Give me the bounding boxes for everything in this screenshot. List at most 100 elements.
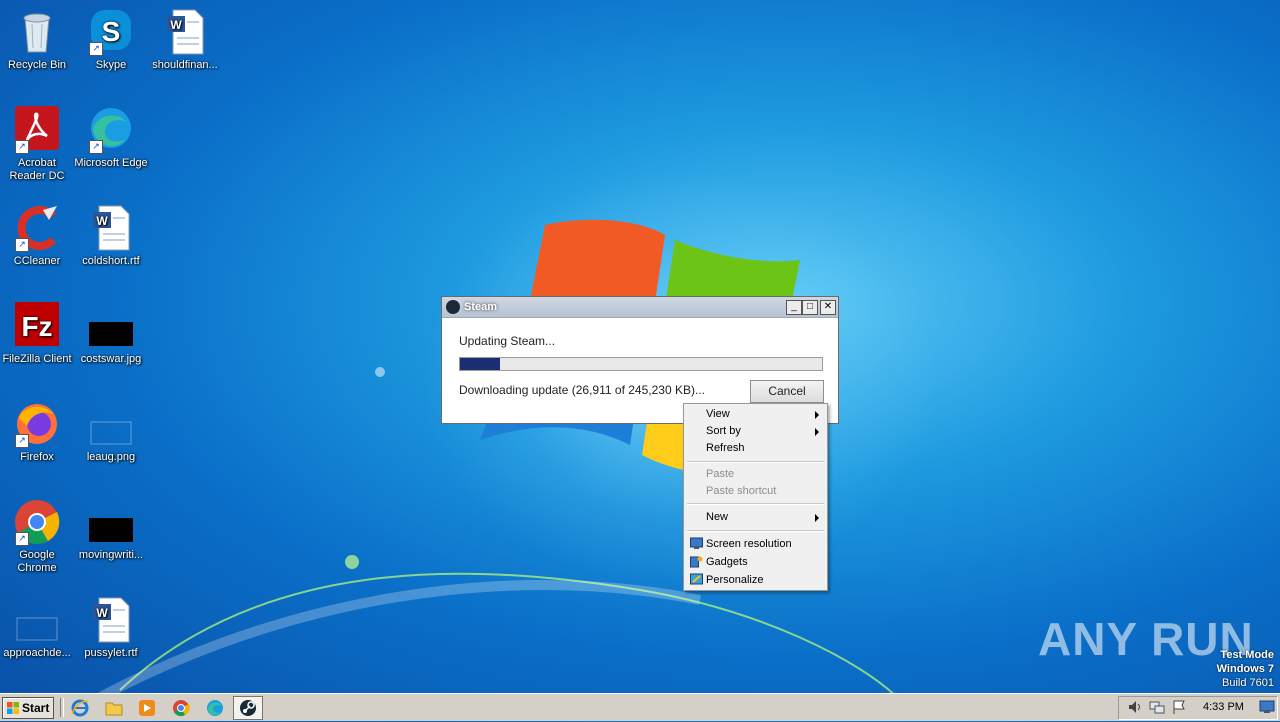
chrome-icon[interactable] xyxy=(171,698,191,718)
taskbar: Start 4:33 PM xyxy=(0,693,1280,721)
desktop-icon-label: FileZilla Client xyxy=(2,353,72,365)
shortcut-arrow-icon: ↗ xyxy=(15,140,29,154)
svg-text:W: W xyxy=(96,214,108,228)
shortcut-arrow-icon: ↗ xyxy=(15,532,29,546)
svg-text:W: W xyxy=(170,18,182,32)
menu-item-label: Personalize xyxy=(706,574,764,586)
menu-item-gadgets[interactable]: Gadgets xyxy=(686,554,825,571)
submenu-arrow-icon xyxy=(815,428,819,436)
show-desktop-icon[interactable] xyxy=(1259,700,1275,714)
submenu-arrow-icon xyxy=(815,411,819,419)
desktop-icon-label: Google Chrome xyxy=(17,549,57,574)
screen-resolution-icon xyxy=(690,537,703,549)
desktop-icon-acrobat[interactable]: ↗ Acrobat Reader DC xyxy=(0,106,74,183)
menu-item-refresh[interactable]: Refresh xyxy=(686,440,825,457)
action-center-flag-icon[interactable] xyxy=(1171,699,1187,715)
desktop-icon-label: CCleaner xyxy=(13,255,61,267)
dialog-title: Steam xyxy=(464,301,498,313)
build-label: Build 7601 xyxy=(1222,677,1274,689)
desktop-icon-shouldfinan[interactable]: W shouldfinan... xyxy=(148,8,222,72)
download-progress-bar xyxy=(459,357,823,371)
windows-start-icon xyxy=(7,702,19,714)
desktop-icon-coldshort[interactable]: W coldshort.rtf xyxy=(74,204,148,268)
volume-icon[interactable] xyxy=(1127,699,1143,715)
update-status-text: Updating Steam... xyxy=(459,334,556,348)
menu-item-label: Paste xyxy=(706,468,735,480)
ccleaner-icon: ↗ xyxy=(13,204,61,252)
desktop-icon-label: Recycle Bin xyxy=(7,59,67,71)
clock[interactable]: 4:33 PM xyxy=(1203,701,1244,713)
dialog-titlebar[interactable]: Steam _ □ ✕ xyxy=(442,297,838,318)
shortcut-arrow-icon: ↗ xyxy=(15,434,29,448)
menu-item-sort-by[interactable]: Sort by xyxy=(686,423,825,440)
menu-item-label: Sort by xyxy=(706,425,741,437)
cancel-button[interactable]: Cancel xyxy=(750,380,824,403)
desktop-icon-firefox[interactable]: ↗ Firefox xyxy=(0,400,74,464)
image-file-icon xyxy=(87,302,135,350)
desktop-icon-edge[interactable]: ↗ Microsoft Edge xyxy=(74,106,148,170)
menu-item-paste[interactable]: Paste xyxy=(686,466,825,483)
start-label: Start xyxy=(22,701,50,715)
personalize-icon xyxy=(690,573,703,585)
download-progress-text: Downloading update (26,911 of 245,230 KB… xyxy=(459,383,705,397)
desktop-icon-pussylet[interactable]: W pussylet.rtf xyxy=(74,596,148,660)
desktop-icon-skype[interactable]: S ↗ Skype xyxy=(74,8,148,72)
menu-item-screen-resolution[interactable]: Screen resolution xyxy=(686,536,825,553)
desktop-icon-label: movingwriti... xyxy=(78,549,144,561)
desktop-icon-label: coldshort.rtf xyxy=(82,255,140,267)
close-button[interactable]: ✕ xyxy=(820,300,836,315)
skype-icon: S ↗ xyxy=(87,8,135,56)
progress-fill xyxy=(460,358,500,370)
menu-item-view[interactable]: View xyxy=(686,406,825,423)
system-tray: 4:33 PM xyxy=(1118,696,1278,720)
desktop-icon-movingwriti[interactable]: movingwriti... xyxy=(74,498,148,562)
desktop-icon-costswar[interactable]: costswar.jpg xyxy=(74,302,148,366)
minimize-button[interactable]: _ xyxy=(786,300,802,315)
menu-item-label: Paste shortcut xyxy=(706,485,777,497)
start-button[interactable]: Start xyxy=(2,697,54,719)
edge-icon[interactable] xyxy=(205,698,225,718)
steam-icon xyxy=(446,300,460,314)
shortcut-arrow-icon: ↗ xyxy=(89,140,103,154)
desktop-icon-label: Microsoft Edge xyxy=(74,157,148,169)
desktop-icon-filezilla[interactable]: Fz FileZilla Client xyxy=(0,302,74,366)
taskbar-divider xyxy=(60,698,64,717)
media-player-icon[interactable] xyxy=(137,698,157,718)
file-explorer-icon[interactable] xyxy=(104,698,124,718)
file-icon xyxy=(13,596,61,644)
google-chrome-icon: ↗ xyxy=(13,498,61,546)
svg-text:Fz: Fz xyxy=(21,311,52,342)
maximize-button[interactable]: □ xyxy=(802,300,818,315)
menu-separator xyxy=(687,461,824,463)
desktop-icon-label: leaug.png xyxy=(86,451,136,463)
desktop-icon-leaug[interactable]: leaug.png xyxy=(74,400,148,464)
desktop-icon-label: shouldfinan... xyxy=(152,59,218,71)
svg-text:W: W xyxy=(96,606,108,620)
desktop-icon-chrome[interactable]: ↗ Google Chrome xyxy=(0,498,74,575)
acrobat-reader-icon: ↗ xyxy=(13,106,61,154)
menu-item-new[interactable]: New xyxy=(686,509,825,526)
menu-item-personalize[interactable]: Personalize xyxy=(686,572,825,589)
internet-explorer-icon[interactable] xyxy=(70,698,90,718)
menu-item-label: Refresh xyxy=(706,442,745,454)
word-document-icon: W xyxy=(87,596,135,644)
word-document-icon: W xyxy=(161,8,209,56)
desktop-icon-label: Acrobat Reader DC xyxy=(9,157,65,182)
steam-taskbar-button[interactable] xyxy=(233,696,263,720)
desktop-icon-recycle-bin[interactable]: Recycle Bin xyxy=(0,8,74,72)
shortcut-arrow-icon: ↗ xyxy=(15,238,29,252)
desktop-icon-label: approachde... xyxy=(3,647,71,659)
menu-item-label: Gadgets xyxy=(706,556,748,568)
desktop-icon-label: Skype xyxy=(95,59,127,71)
network-icon[interactable] xyxy=(1149,699,1165,715)
menu-item-label: Screen resolution xyxy=(706,538,792,550)
recycle-bin-icon xyxy=(13,8,61,56)
svg-text:S: S xyxy=(102,16,121,47)
desktop-icon-label: costswar.jpg xyxy=(80,353,142,365)
desktop-icon-approachde[interactable]: approachde... xyxy=(0,596,74,660)
menu-separator xyxy=(687,503,824,505)
menu-item-label: View xyxy=(706,408,730,420)
desktop-icon-ccleaner[interactable]: ↗ CCleaner xyxy=(0,204,74,268)
menu-item-paste-shortcut[interactable]: Paste shortcut xyxy=(686,483,825,500)
menu-separator xyxy=(687,530,824,532)
